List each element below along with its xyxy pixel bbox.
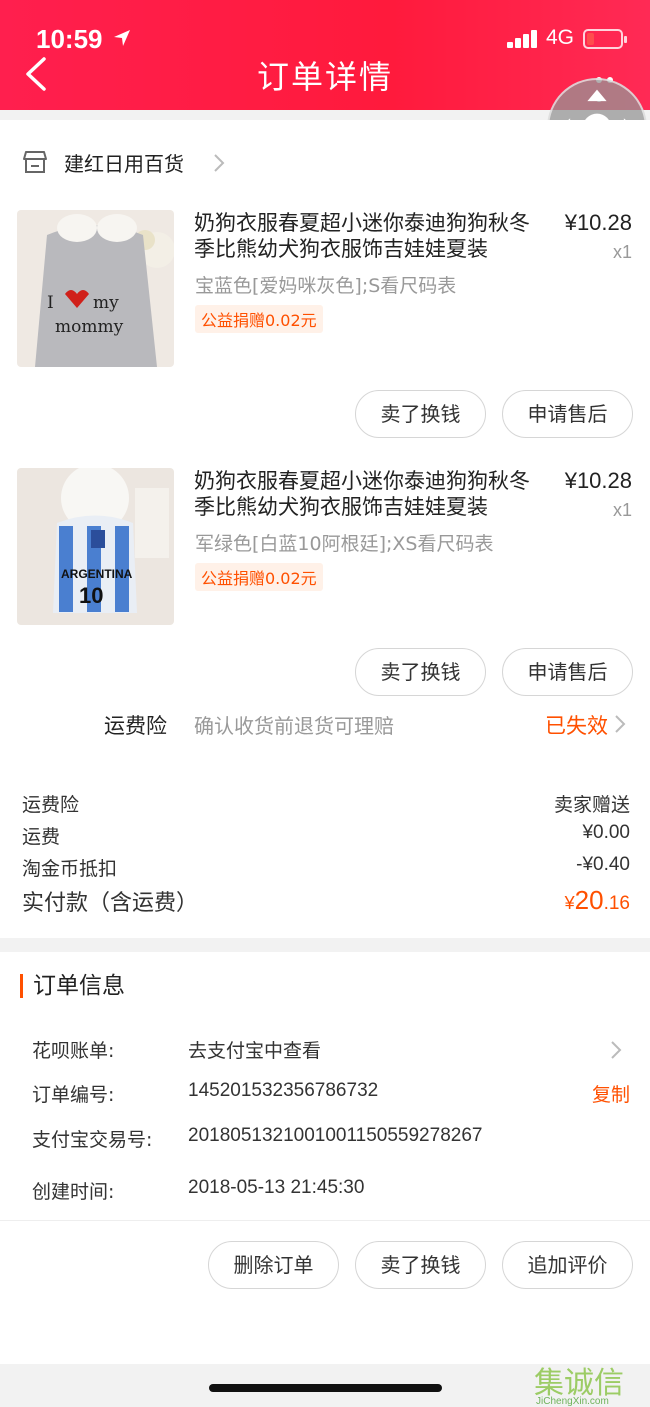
- insurance-label: 运费险: [104, 714, 167, 738]
- shipping-insurance-row[interactable]: 运费险 确认收货前退货可理赔 已失效: [0, 700, 650, 752]
- svg-text:I: I: [47, 293, 54, 313]
- fee-label: 运费: [22, 826, 61, 848]
- fee-value: -¥0.40: [576, 854, 630, 875]
- order-info-title: 订单信息: [20, 974, 125, 998]
- divider: [0, 1220, 650, 1221]
- chevron-right-icon: [214, 154, 225, 172]
- insurance-desc: 确认收货前退货可理赔: [194, 714, 394, 738]
- after-sale-button[interactable]: 申请售后: [502, 648, 633, 696]
- item-title[interactable]: 奶狗衣服春夏超小迷你泰迪狗狗秋冬季比熊幼犬狗衣服饰吉娃娃夏装: [194, 468, 544, 520]
- item-sku: 宝蓝色[爱妈咪灰色];S看尺码表: [195, 275, 457, 297]
- svg-text:10: 10: [79, 583, 103, 608]
- alipay-trade-number: 2018051321001001150559278267: [188, 1125, 483, 1146]
- fee-value: ¥0.00: [582, 822, 630, 843]
- chevron-right-icon: [611, 1041, 622, 1059]
- app-header: 10:59 4G 订单详情: [0, 0, 650, 110]
- order-item[interactable]: I my mommy 奶狗衣服春夏超小迷你泰迪狗狗秋冬季比熊幼犬狗衣服饰吉娃娃夏…: [0, 210, 650, 370]
- total-currency: ¥: [564, 893, 575, 913]
- store-icon: [23, 151, 47, 173]
- delete-order-button[interactable]: 删除订单: [208, 1241, 339, 1289]
- info-key: 订单编号:: [32, 1084, 115, 1106]
- order-item[interactable]: ARGENTINA 10 奶狗衣服春夏超小迷你泰迪狗狗秋冬季比熊幼犬狗衣服饰吉娃…: [0, 468, 650, 628]
- total-amount: ¥20.16: [565, 885, 630, 916]
- svg-text:my: my: [93, 293, 119, 313]
- fee-row: 运费 ¥0.00: [22, 822, 630, 852]
- created-time-row: 创建时间: 2018-05-13 21:45:30: [32, 1177, 630, 1207]
- info-key: 创建时间:: [32, 1181, 115, 1203]
- info-key: 花呗账单:: [32, 1040, 115, 1062]
- fee-label: 运费险: [22, 794, 80, 816]
- watermark-url: JiChengXin.com: [536, 1396, 609, 1407]
- order-info-card: 订单信息 花呗账单: 去支付宝中查看 订单编号: 145201532356786…: [0, 952, 650, 1364]
- network-label: 4G: [546, 26, 575, 49]
- info-value: 去支付宝中查看: [188, 1041, 322, 1062]
- total-label: 实付款（含运费）: [22, 891, 199, 916]
- info-key: 支付宝交易号:: [32, 1129, 153, 1151]
- fee-row: 运费险 卖家赠送: [22, 790, 630, 820]
- item-price: ¥10.28: [564, 468, 632, 493]
- total-row: 实付款（含运费） ¥20.16: [22, 885, 630, 921]
- alipay-trade-row: 支付宝交易号: 2018051321001001150559278267: [32, 1125, 630, 1155]
- fee-value: 卖家赠送: [553, 795, 630, 816]
- huabei-bill-row[interactable]: 花呗账单: 去支付宝中查看: [32, 1036, 630, 1066]
- after-sale-button[interactable]: 申请售后: [502, 390, 633, 438]
- fee-label: 淘金币抵扣: [22, 858, 118, 880]
- more-icon[interactable]: [596, 68, 628, 102]
- item-price: ¥10.28: [564, 210, 632, 235]
- item-title[interactable]: 奶狗衣服春夏超小迷你泰迪狗狗秋冬季比熊幼犬狗衣服饰吉娃娃夏装: [194, 210, 544, 262]
- product-image[interactable]: ARGENTINA 10: [17, 468, 174, 625]
- status-time: 10:59: [36, 24, 103, 54]
- order-number: 145201532356786732: [188, 1080, 379, 1101]
- page-title: 订单详情: [256, 58, 393, 96]
- fee-row: 淘金币抵扣 -¥0.40: [22, 854, 630, 884]
- item-quantity: x1: [612, 242, 632, 262]
- add-review-button[interactable]: 追加评价: [502, 1241, 633, 1289]
- sell-for-cash-button[interactable]: 卖了换钱: [355, 1241, 486, 1289]
- svg-text:ARGENTINA: ARGENTINA: [61, 567, 133, 581]
- total-integer: 20: [574, 885, 604, 915]
- created-time: 2018-05-13 21:45:30: [188, 1177, 365, 1198]
- insurance-status: 已失效: [545, 714, 608, 738]
- svg-text:mommy: mommy: [55, 317, 124, 337]
- product-image[interactable]: I my mommy: [17, 210, 174, 367]
- item-quantity: x1: [612, 500, 632, 520]
- home-indicator[interactable]: [209, 1384, 442, 1392]
- signal-icon: [507, 30, 541, 48]
- shop-order-card: 建红日用百货 I my mommy 奶狗衣服春夏超小迷你泰迪狗狗秋冬季比熊幼犬狗…: [0, 120, 650, 938]
- chevron-right-icon: [615, 715, 626, 733]
- order-number-row: 订单编号: 145201532356786732 复制: [32, 1080, 630, 1110]
- donation-tag: 公益捐赠0.02元: [195, 305, 323, 333]
- location-arrow-icon: [114, 30, 130, 46]
- copy-button[interactable]: 复制: [592, 1080, 630, 1107]
- sell-for-cash-button[interactable]: 卖了换钱: [355, 390, 486, 438]
- total-decimal: .16: [603, 893, 630, 914]
- donation-tag: 公益捐赠0.02元: [195, 563, 323, 591]
- shop-name: 建红日用百货: [64, 152, 184, 176]
- battery-icon: [583, 29, 627, 49]
- sell-for-cash-button[interactable]: 卖了换钱: [355, 648, 486, 696]
- item-sku: 军绿色[白蓝10阿根廷];XS看尺码表: [195, 533, 494, 555]
